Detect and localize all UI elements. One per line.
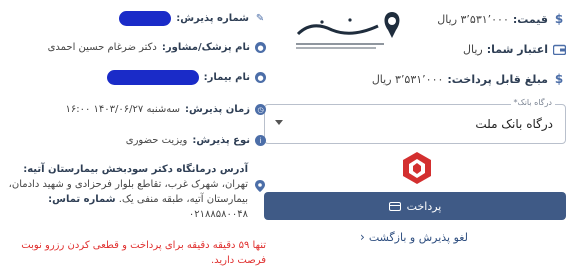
patient-row: ● نام بیمار: — [106, 70, 266, 85]
clock-icon: ◷ — [255, 104, 266, 115]
reception-number-label: شماره پذیرش: — [176, 13, 249, 24]
reception-type-row: i نوع پذیرش: ویزیت حضوری — [126, 135, 266, 146]
doctor-label: نام پزشک/مشاور: — [161, 42, 250, 53]
reception-type-value: ویزیت حضوری — [125, 135, 188, 146]
phone-value: ۰۲۱۸۸۵۸۰۰۴۸ — [188, 209, 248, 220]
address-label: آدرس درمانگاه دکتر سودبخش بیمارستان آتیه… — [23, 164, 248, 175]
reception-type-label: نوع پذیرش: — [192, 135, 250, 146]
doctor-value: دکتر ضرغام حسین احمدی — [47, 42, 157, 53]
user-icon: ● — [255, 72, 266, 83]
redacted-reception-number — [119, 11, 172, 26]
user-icon: ● — [255, 42, 266, 53]
patient-label: نام بیمار: — [203, 72, 250, 83]
time-value: سه‌شنبه ۱۴۰۳/۰۶/۲۷ ۱۶:۰۰ — [65, 104, 180, 115]
reception-number-row: ✎ شماره پذیرش: — [119, 11, 266, 26]
time-label: زمان پذیرش: — [184, 104, 250, 115]
info-icon: i — [255, 135, 266, 146]
clinic-address-block: آدرس درمانگاه دکتر سودبخش بیمارستان آتیه… — [4, 162, 266, 222]
reception-panel — [300, 0, 578, 274]
doctor-row: ● نام پزشک/مشاور: دکتر ضرغام حسین احمدی — [48, 42, 266, 53]
pencil-icon: ✎ — [255, 13, 265, 24]
redacted-patient-name — [106, 70, 199, 85]
address-value: تهران، شهرک غرب، تقاطع بلوار فرحزادی و ش… — [8, 179, 248, 205]
phone-label: شماره تماس: — [48, 194, 116, 205]
caret-down-icon[interactable] — [275, 120, 283, 125]
payment-time-warning: تنها ۵۹ دقیقه دقیقه برای پرداخت و قطعی ک… — [21, 240, 266, 266]
location-pin-icon — [254, 180, 266, 192]
time-row: ◷ زمان پذیرش: سه‌شنبه ۱۴۰۳/۰۶/۲۷ ۱۶:۰۰ — [65, 104, 266, 115]
